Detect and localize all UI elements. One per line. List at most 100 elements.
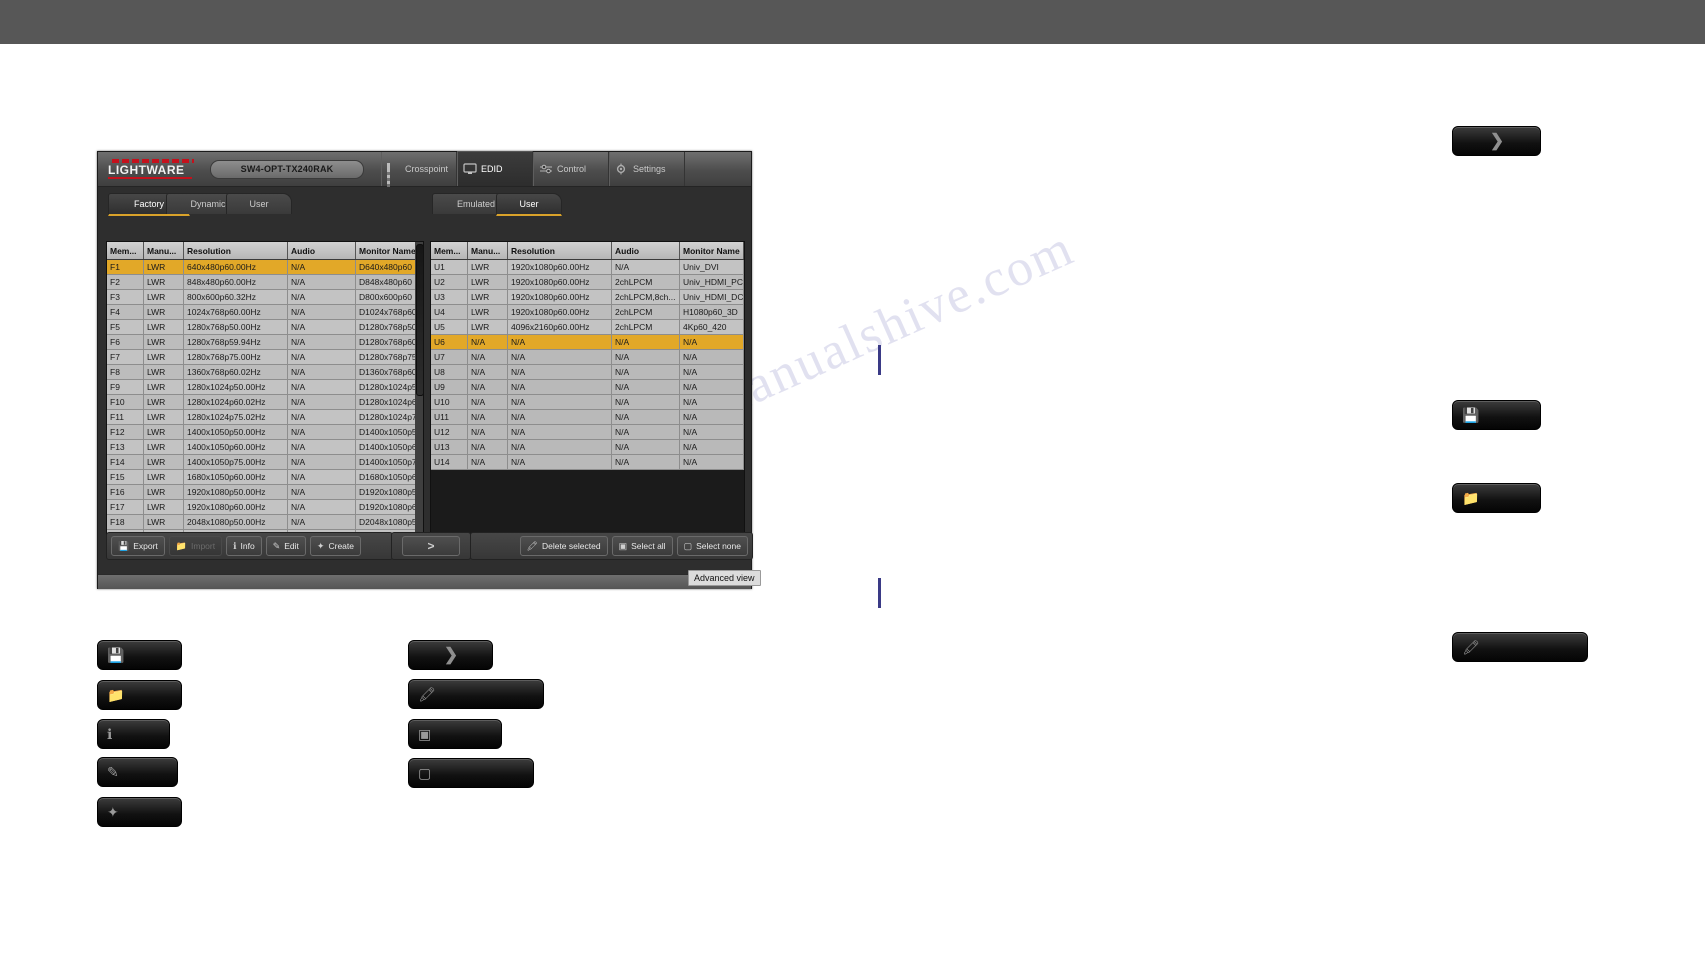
nav-tab-edid[interactable]: EDID (457, 151, 533, 186)
callout-select-all-button[interactable]: ▣ (408, 719, 502, 749)
create-button[interactable]: ✦ Create (309, 536, 361, 556)
table-row[interactable]: U6 N/A N/A N/A N/A (431, 334, 744, 350)
lightware-logo: LIGHTWARE (108, 159, 196, 179)
save-icon: 💾 (118, 540, 130, 551)
table-row[interactable]: U13 N/A N/A N/A N/A (431, 439, 744, 455)
col-header-monitor-name[interactable]: Monitor Name (679, 242, 744, 260)
callout-eraser-button[interactable]: 🖍 (408, 679, 544, 709)
table-row[interactable]: F4 LWR 1024x768p60.00Hz N/A D1024x768p60 (107, 304, 423, 320)
table-row[interactable]: U9 N/A N/A N/A N/A (431, 379, 744, 395)
cell-monitor-name: N/A (679, 379, 744, 395)
device-model-field[interactable]: SW4-OPT-TX240RAK (210, 159, 364, 179)
table-row[interactable]: F3 LWR 800x600p60.32Hz N/A D800x600p60 (107, 289, 423, 305)
table-row[interactable]: F13 LWR 1400x1050p60.00Hz N/A D1400x1050p60 (107, 439, 423, 455)
col-header-monitor-name[interactable]: Monitor Name (355, 242, 423, 260)
edit-button[interactable]: ✎ Edit (265, 536, 306, 556)
factory-edid-rows: F1 LWR 640x480p60.00Hz N/A D640x480p60 F2 LWR 8… (107, 259, 423, 554)
factory-table-scroll-thumb[interactable] (416, 244, 423, 396)
callout-select-none-button[interactable]: ▢ (408, 758, 534, 788)
callout-transfer-arrow-button[interactable]: ❯ (1452, 126, 1541, 156)
table-row[interactable]: U8 N/A N/A N/A N/A (431, 364, 744, 380)
col-header-memory[interactable]: Mem... (431, 242, 468, 260)
cell-resolution: 800x600p60.32Hz (183, 289, 288, 305)
table-row[interactable]: F11 LWR 1280x1024p75.02Hz N/A D1280x1024p75 (107, 409, 423, 425)
table-row[interactable]: U11 N/A N/A N/A N/A (431, 409, 744, 425)
table-row[interactable]: F1 LWR 640x480p60.00Hz N/A D640x480p60 (107, 259, 423, 275)
table-row[interactable]: U5 LWR 4096x2160p60.00Hz 2chLPCM 4Kp60_420 (431, 319, 744, 335)
col-header-resolution[interactable]: Resolution (183, 242, 288, 260)
callout-info-button[interactable]: ℹ (97, 719, 170, 749)
callout-eraser-button[interactable]: 🖍 (1452, 632, 1588, 662)
info-button[interactable]: ℹ Info (226, 536, 262, 556)
select-all-button[interactable]: ▣ Select all (611, 536, 673, 556)
subtab-user-right[interactable]: User (496, 193, 562, 216)
nav-tab-settings[interactable]: Settings (609, 152, 685, 186)
cell-manufacturer: LWR (143, 289, 184, 305)
col-header-resolution[interactable]: Resolution (507, 242, 612, 260)
cell-monitor-name: D1400x1050p75 (355, 454, 423, 470)
col-header-audio[interactable]: Audio (611, 242, 680, 260)
select-none-button[interactable]: ▢ Select none (676, 536, 748, 556)
table-row[interactable]: F17 LWR 1920x1080p60.00Hz N/A D1920x1080p60 (107, 499, 423, 515)
cell-memory: F10 (107, 394, 144, 410)
cell-manufacturer: LWR (143, 484, 184, 500)
table-row[interactable]: F9 LWR 1280x1024p50.00Hz N/A D1280x1024p50 (107, 379, 423, 395)
table-row[interactable]: F2 LWR 848x480p60.00Hz N/A D848x480p60 (107, 274, 423, 290)
table-row[interactable]: F14 LWR 1400x1050p75.00Hz N/A D1400x1050p75 (107, 454, 423, 470)
table-row[interactable]: U14 N/A N/A N/A N/A (431, 454, 744, 470)
transfer-button[interactable]: > (402, 536, 460, 556)
table-row[interactable]: F18 LWR 2048x1080p50.00Hz N/A D2048x1080p50 (107, 514, 423, 530)
text-caret-upper (878, 345, 881, 375)
callout-transfer-arrow-button[interactable]: ❯ (408, 640, 493, 670)
cell-memory: U7 (431, 349, 468, 365)
callout-folder-button[interactable]: 📁 (97, 680, 182, 710)
table-row[interactable]: F6 LWR 1280x768p59.94Hz N/A D1280x768p60 (107, 334, 423, 350)
callout-save-button[interactable]: 💾 (1452, 400, 1541, 430)
table-header-row: Mem... Manu... Resolution Audio Monitor … (431, 242, 744, 260)
col-header-memory[interactable]: Mem... (107, 242, 144, 260)
table-row[interactable]: F8 LWR 1360x768p60.02Hz N/A D1360x768p60 (107, 364, 423, 380)
col-header-audio[interactable]: Audio (287, 242, 356, 260)
callout-folder-button[interactable]: 📁 (1452, 483, 1541, 513)
cell-resolution: N/A (507, 454, 612, 470)
cell-monitor-name: D1920x1080p60 (355, 499, 423, 515)
cell-resolution: 1920x1080p60.00Hz (183, 499, 288, 515)
cell-memory: F6 (107, 334, 144, 350)
table-row[interactable]: U10 N/A N/A N/A N/A (431, 394, 744, 410)
table-row[interactable]: U3 LWR 1920x1080p60.00Hz 2chLPCM,8ch... Univ… (431, 289, 744, 305)
col-header-manufacturer[interactable]: Manu... (467, 242, 508, 260)
table-row[interactable]: U4 LWR 1920x1080p60.00Hz 2chLPCM H1080p60_3D (431, 304, 744, 320)
nav-tab-crosspoint[interactable]: Crosspoint (381, 152, 457, 190)
table-row[interactable]: U2 LWR 1920x1080p60.00Hz 2chLPCM Univ_HDMI_P… (431, 274, 744, 290)
table-row[interactable]: F5 LWR 1280x768p50.00Hz N/A D1280x768p50 (107, 319, 423, 335)
table-row[interactable]: U7 N/A N/A N/A N/A (431, 349, 744, 365)
cell-resolution: N/A (507, 424, 612, 440)
table-row[interactable]: U1 LWR 1920x1080p60.00Hz N/A Univ_DVI (431, 259, 744, 275)
select-all-icon: ▣ (618, 540, 628, 551)
cell-audio: N/A (287, 454, 356, 470)
table-row[interactable]: F16 LWR 1920x1080p50.00Hz N/A D1920x1080p50 (107, 484, 423, 500)
nav-tab-control[interactable]: Control (533, 152, 609, 186)
delete-selected-button[interactable]: 🖍 Delete selected (519, 536, 608, 556)
table-row[interactable]: F15 LWR 1680x1050p60.00Hz N/A D1680x1050p60 (107, 469, 423, 485)
table-row[interactable]: F10 LWR 1280x1024p60.02Hz N/A D1280x1024p60 (107, 394, 423, 410)
cell-monitor-name: Univ_DVI (679, 259, 744, 275)
col-header-manufacturer[interactable]: Manu... (143, 242, 184, 260)
callout-wand-button[interactable]: ✦ (97, 797, 182, 827)
cell-manufacturer: LWR (143, 319, 184, 335)
cell-monitor-name: Univ_HDMI_PCM (679, 274, 744, 290)
cell-monitor-name: N/A (679, 409, 744, 425)
callout-pencil-button[interactable]: ✎ (97, 757, 178, 787)
cell-audio: N/A (287, 499, 356, 515)
button-label: Delete selected (541, 541, 601, 551)
callout-save-button[interactable]: 💾 (97, 640, 182, 670)
factory-table-scrollbar[interactable] (415, 242, 423, 554)
table-row[interactable]: F7 LWR 1280x768p75.00Hz N/A D1280x768p75 (107, 349, 423, 365)
cell-memory: F11 (107, 409, 144, 425)
export-button[interactable]: 💾 Export (111, 536, 165, 556)
table-row[interactable]: F12 LWR 1400x1050p50.00Hz N/A D1400x1050p50 (107, 424, 423, 440)
table-row[interactable]: U12 N/A N/A N/A N/A (431, 424, 744, 440)
cell-manufacturer: LWR (467, 259, 508, 275)
subtab-user-left[interactable]: User (226, 193, 292, 214)
cell-memory: U2 (431, 274, 468, 290)
